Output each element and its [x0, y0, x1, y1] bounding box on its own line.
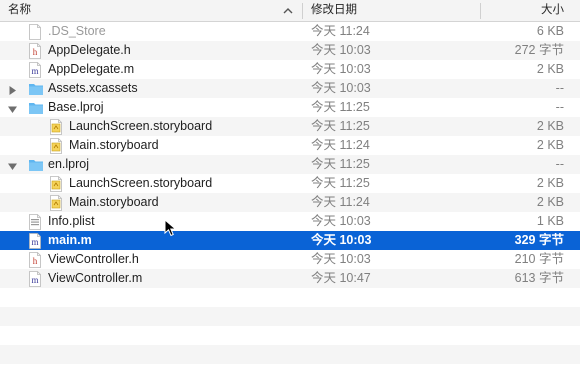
file-name: Main.storyboard — [69, 195, 159, 209]
file-size: 2 KB — [536, 62, 564, 76]
file-name: ViewController.h — [48, 252, 139, 266]
file-size: 613 字节 — [514, 271, 564, 285]
file-name: Info.plist — [48, 214, 95, 228]
file-size: 2 KB — [536, 138, 564, 152]
file-size: -- — [555, 100, 564, 114]
file-row[interactable]: Info.plist 今天 10:03 1 KB — [0, 212, 580, 231]
modified-date: 今天 11:25 — [311, 100, 370, 114]
file-name: ViewController.m — [48, 271, 143, 285]
file-size: 6 KB — [536, 24, 564, 38]
file-row[interactable]: .DS_Store 今天 11:24 6 KB — [0, 22, 580, 41]
size-column-header[interactable]: 大小 — [541, 0, 564, 21]
empty-row — [0, 288, 580, 307]
file-name: en.lproj — [48, 157, 89, 171]
file-size: 329 字节 — [514, 233, 564, 247]
date-column-header[interactable]: 修改日期 — [311, 0, 357, 21]
file-name: AppDelegate.h — [48, 43, 131, 57]
file-size: 2 KB — [536, 176, 564, 190]
file-row[interactable]: h AppDelegate.h 今天 10:03 272 字节 — [0, 41, 580, 60]
modified-date: 今天 11:25 — [311, 176, 370, 190]
disclosure-expanded-icon[interactable] — [8, 103, 17, 113]
empty-row — [0, 364, 580, 383]
empty-row — [0, 326, 580, 345]
file-name: Assets.xcassets — [48, 81, 138, 95]
file-size: 210 字节 — [514, 252, 564, 266]
file-row[interactable]: Main.storyboard 今天 11:24 2 KB — [0, 193, 580, 212]
file-name: LaunchScreen.storyboard — [69, 176, 213, 190]
modified-date: 今天 10:03 — [311, 252, 371, 266]
svg-text:m: m — [31, 237, 38, 247]
disclosure-collapsed-icon[interactable] — [8, 84, 17, 95]
sort-ascending-icon[interactable] — [283, 6, 293, 16]
file-row[interactable]: Main.storyboard 今天 11:24 2 KB — [0, 136, 580, 155]
modified-date: 今天 11:25 — [311, 119, 370, 133]
file-name: Base.lproj — [48, 100, 104, 114]
file-name: .DS_Store — [48, 24, 106, 38]
file-row[interactable]: m ViewController.m 今天 10:47 613 字节 — [0, 269, 580, 288]
modified-date: 今天 11:24 — [311, 138, 370, 152]
file-name: AppDelegate.m — [48, 62, 135, 76]
svg-text:h: h — [33, 256, 38, 266]
file-name: LaunchScreen.storyboard — [69, 119, 213, 133]
file-row[interactable]: LaunchScreen.storyboard 今天 11:25 2 KB — [0, 117, 580, 136]
empty-row — [0, 345, 580, 364]
modified-date: 今天 11:25 — [311, 157, 370, 171]
file-row[interactable]: en.lproj 今天 11:25 -- — [0, 155, 580, 174]
file-size: 2 KB — [536, 195, 564, 209]
file-size: 2 KB — [536, 119, 564, 133]
file-row[interactable]: Assets.xcassets 今天 10:03 -- — [0, 79, 580, 98]
file-row[interactable]: m AppDelegate.m 今天 10:03 2 KB — [0, 60, 580, 79]
modified-date: 今天 11:24 — [311, 195, 370, 209]
file-row[interactable]: LaunchScreen.storyboard 今天 11:25 2 KB — [0, 174, 580, 193]
file-size: 1 KB — [536, 214, 564, 228]
name-column-header[interactable]: 名称 — [8, 0, 31, 21]
file-name: main.m — [48, 233, 92, 247]
file-row[interactable]: m main.m 今天 10:03 329 字节 — [0, 231, 580, 250]
column-header: 名称 修改日期 大小 — [0, 0, 580, 22]
column-divider[interactable] — [302, 3, 303, 19]
empty-row — [0, 307, 580, 326]
file-row[interactable]: Base.lproj 今天 11:25 -- — [0, 98, 580, 117]
modified-date: 今天 10:03 — [311, 233, 372, 247]
file-size: -- — [555, 81, 564, 95]
column-divider[interactable] — [480, 3, 481, 19]
modified-date: 今天 10:47 — [311, 271, 371, 285]
file-size: -- — [555, 157, 564, 171]
modified-date: 今天 10:03 — [311, 214, 371, 228]
svg-text:m: m — [31, 275, 38, 285]
modified-date: 今天 10:03 — [311, 62, 371, 76]
svg-text:m: m — [31, 66, 38, 76]
modified-date: 今天 10:03 — [311, 81, 371, 95]
file-size: 272 字节 — [514, 43, 564, 57]
file-row[interactable]: h ViewController.h 今天 10:03 210 字节 — [0, 250, 580, 269]
svg-text:h: h — [33, 47, 38, 57]
mouse-pointer-icon — [164, 219, 177, 237]
modified-date: 今天 11:24 — [311, 24, 370, 38]
disclosure-expanded-icon[interactable] — [8, 160, 17, 170]
modified-date: 今天 10:03 — [311, 43, 371, 57]
file-name: Main.storyboard — [69, 138, 159, 152]
